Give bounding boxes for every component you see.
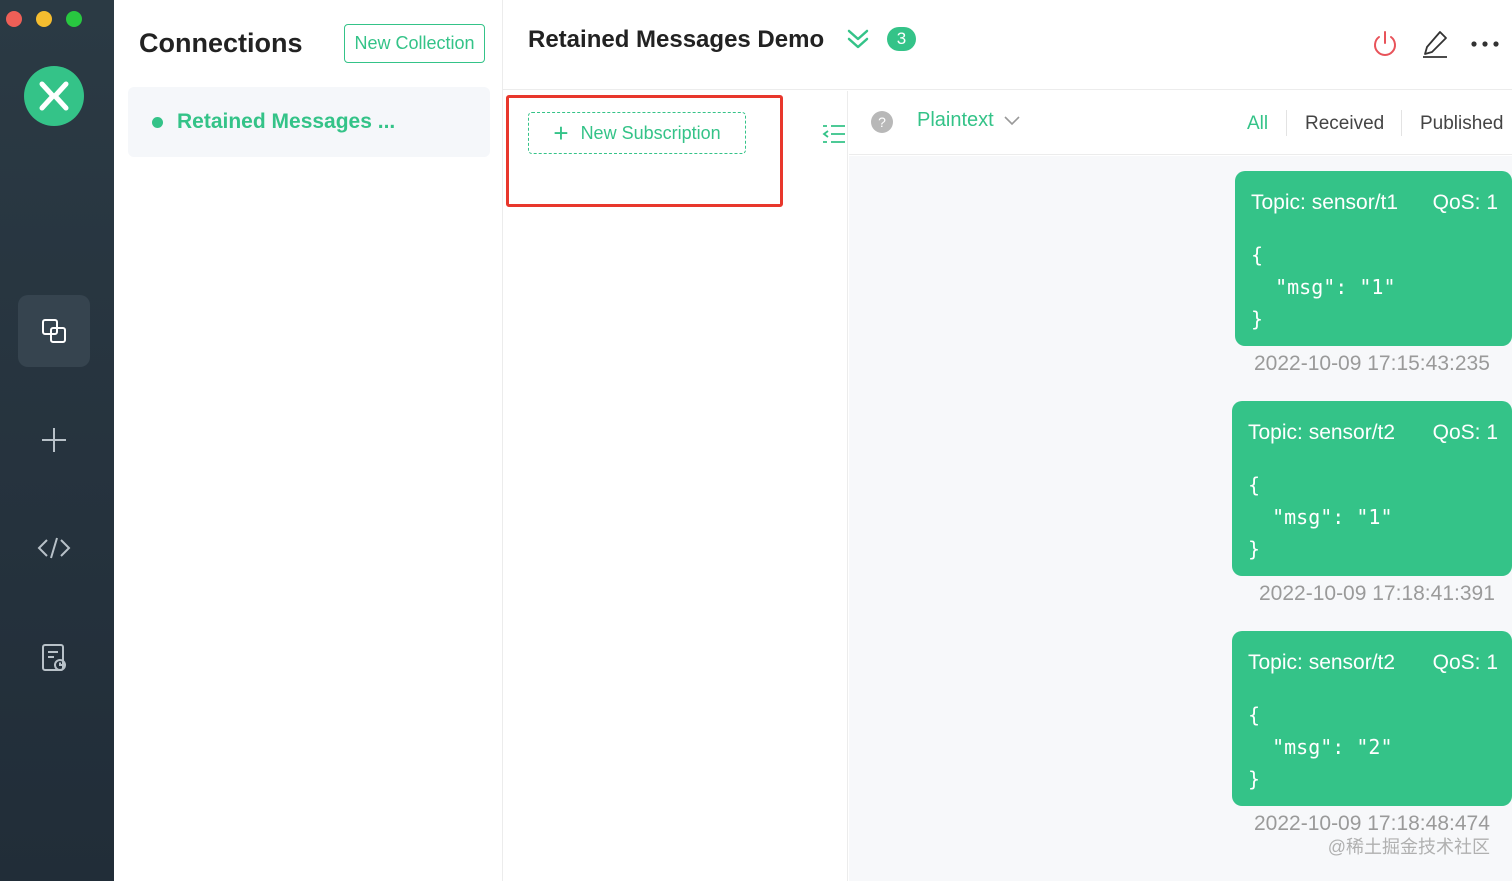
message-bubble[interactable]: Topic: sensor/t2 QoS: 1 { "msg": "1" } <box>1232 401 1512 576</box>
mqttx-logo-icon <box>24 66 84 126</box>
message-topic: Topic: sensor/t1 <box>1251 191 1399 214</box>
subscriptions-column: + New Subscription <box>503 91 848 881</box>
log-icon <box>42 644 66 671</box>
app-window: Connections New Collection Retained Mess… <box>0 0 1512 881</box>
new-subscription-label: New Subscription <box>580 122 721 143</box>
new-subscription-button[interactable]: + New Subscription <box>528 112 746 154</box>
help-icon[interactable]: ? <box>871 111 893 133</box>
nav-rail <box>0 0 114 881</box>
more-icon <box>1471 41 1499 47</box>
nav-new-connection-button[interactable] <box>18 404 90 476</box>
connection-title: Retained Messages Demo <box>528 26 825 53</box>
copy-icon <box>42 319 66 343</box>
message-qos: QoS: 1 <box>1432 191 1498 214</box>
disconnect-button[interactable] <box>1369 28 1401 60</box>
nav-script-button[interactable] <box>18 512 90 584</box>
collapse-sidebar-icon[interactable] <box>822 123 846 145</box>
maximize-window-button[interactable] <box>66 11 82 27</box>
nav-connections-button[interactable] <box>18 295 90 367</box>
watermark: @稀土掘金技术社区 <box>1327 837 1490 857</box>
double-chevron-down-icon[interactable] <box>846 28 870 50</box>
message-list[interactable]: Topic: sensor/t1 QoS: 1 { "msg": "1" } 2… <box>849 156 1512 881</box>
filter-divider <box>1401 110 1402 136</box>
message-topic: Topic: sensor/t2 <box>1248 421 1396 444</box>
message-payload: { "msg": "1" } <box>1248 473 1393 561</box>
message-payload: { "msg": "2" } <box>1248 703 1393 791</box>
code-icon <box>37 537 71 559</box>
filter-received-tab[interactable]: Received <box>1305 113 1384 135</box>
filter-divider <box>1286 110 1287 136</box>
edit-connection-button[interactable] <box>1419 28 1451 60</box>
plus-icon: + <box>553 118 569 148</box>
message-timestamp: 2022-10-09 17:18:41:391 <box>1259 582 1495 605</box>
connection-header: Retained Messages Demo 3 <box>503 0 1512 90</box>
message-bubble[interactable]: Topic: sensor/t1 QoS: 1 { "msg": "1" } <box>1235 171 1512 346</box>
unread-count-badge: 3 <box>887 27 916 51</box>
plus-icon <box>42 428 66 452</box>
message-qos: QoS: 1 <box>1432 421 1498 444</box>
edit-icon <box>1423 31 1447 58</box>
message-timestamp: 2022-10-09 17:15:43:235 <box>1254 352 1490 375</box>
connected-status-dot <box>152 116 163 128</box>
connections-title: Connections <box>139 28 303 58</box>
minimize-window-button[interactable] <box>36 11 52 27</box>
nav-log-button[interactable] <box>18 622 90 694</box>
chevron-down-icon <box>1004 115 1020 125</box>
more-options-button[interactable] <box>1469 28 1501 60</box>
close-window-button[interactable] <box>6 11 22 27</box>
message-topic: Topic: sensor/t2 <box>1248 651 1396 674</box>
message-qos: QoS: 1 <box>1432 651 1498 674</box>
filter-published-tab[interactable]: Published <box>1420 113 1503 135</box>
payload-type-select[interactable]: Plaintext <box>917 109 1020 132</box>
new-collection-button[interactable]: New Collection <box>344 24 485 63</box>
connections-panel: Connections New Collection Retained Mess… <box>114 0 503 881</box>
filter-all-tab[interactable]: All <box>1247 113 1268 135</box>
power-icon <box>1374 31 1396 56</box>
payload-type-value: Plaintext <box>917 109 994 131</box>
connection-name: Retained Messages ... <box>177 110 396 133</box>
message-bubble[interactable]: Topic: sensor/t2 QoS: 1 { "msg": "2" } <box>1232 631 1512 806</box>
message-payload: { "msg": "1" } <box>1251 243 1396 331</box>
messages-toolbar: ? Plaintext All Received Published <box>849 91 1512 155</box>
connection-item[interactable]: Retained Messages ... <box>128 87 490 157</box>
